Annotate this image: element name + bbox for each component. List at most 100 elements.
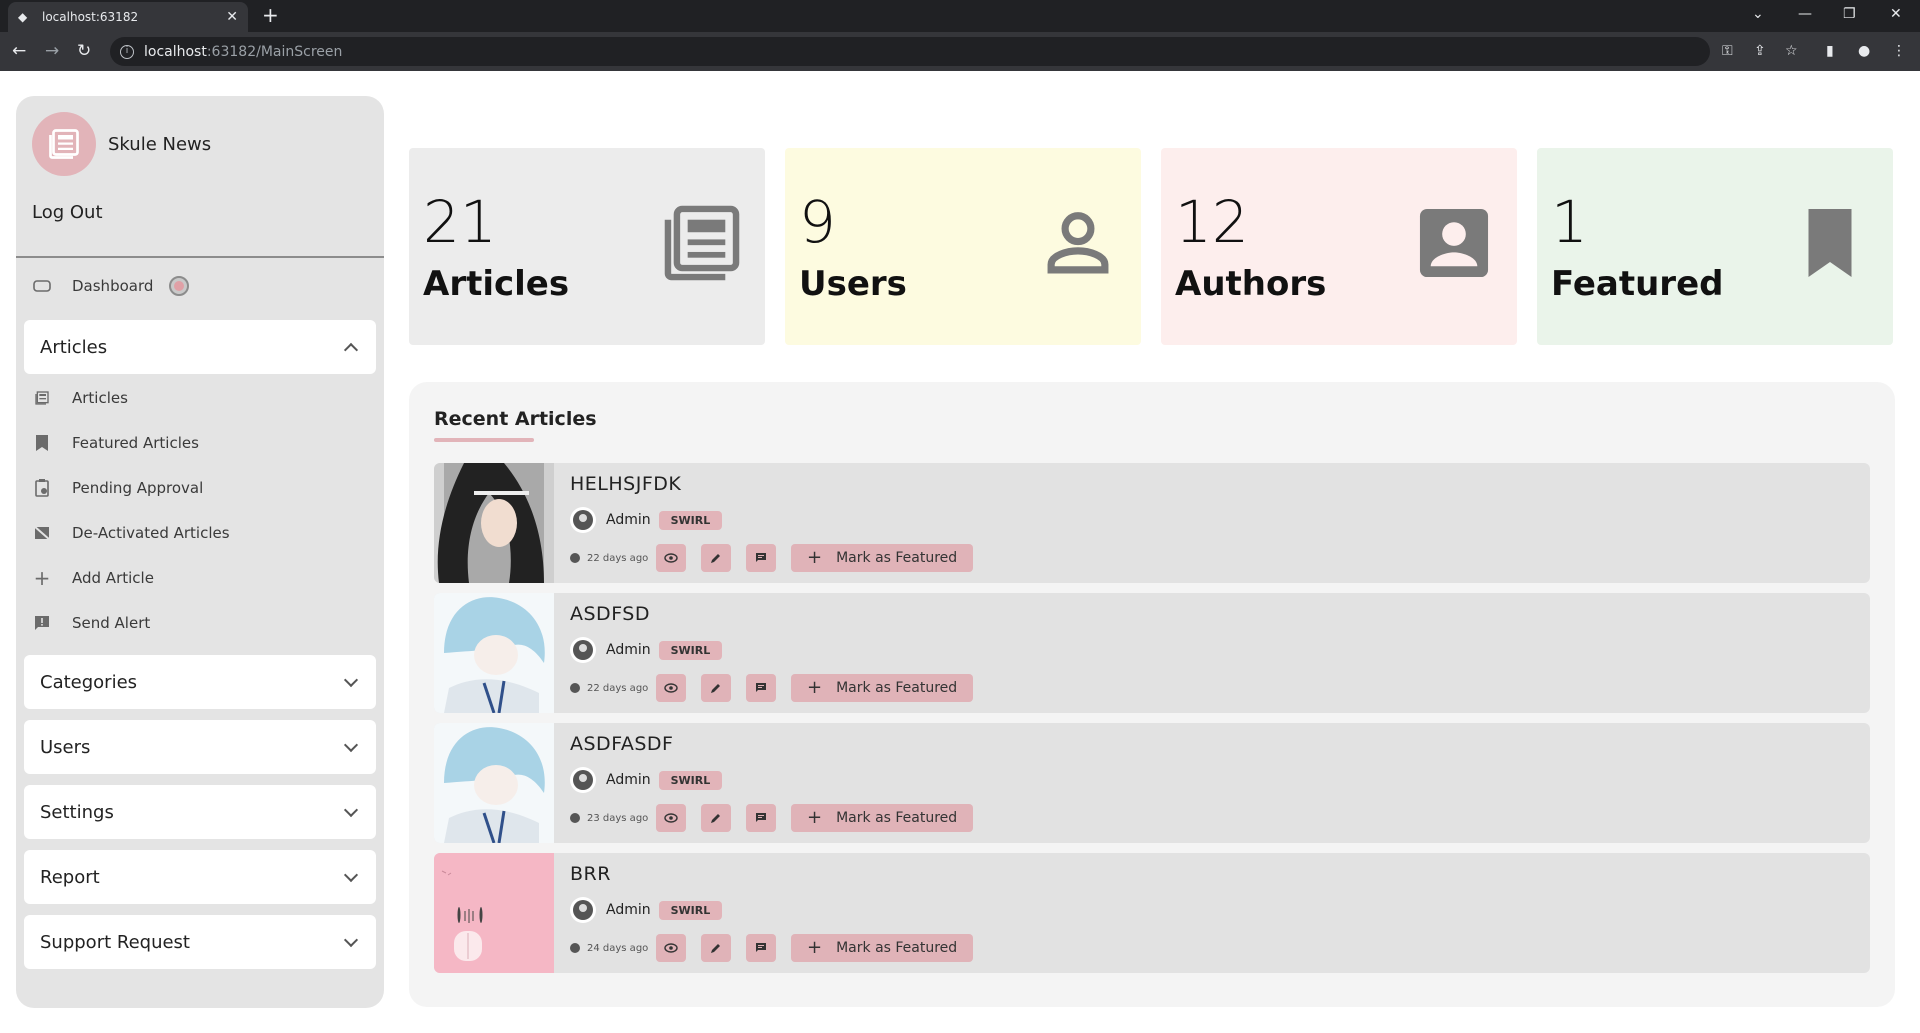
comment-icon (756, 943, 766, 952)
stat-card-authors[interactable]: 12 Authors (1161, 148, 1517, 345)
timestamp: 22 days ago (570, 553, 656, 564)
time-text: 23 days ago (587, 812, 649, 824)
comments-button[interactable] (746, 934, 776, 962)
comments-button[interactable] (746, 804, 776, 832)
stat-label: Articles (423, 264, 570, 304)
timestamp: 23 days ago (570, 813, 656, 824)
article-thumbnail[interactable] (434, 593, 554, 713)
side-panel-icon[interactable]: ▮ (1826, 43, 1834, 59)
article-card[interactable]: ASDFSD Admin SWIRL 22 days ago + Mark as … (434, 593, 1870, 713)
sidebar-item-label: Pending Approval (72, 479, 204, 497)
accordion-articles[interactable]: Articles (24, 320, 376, 374)
profile-icon[interactable]: ● (1858, 43, 1870, 59)
button-label: Mark as Featured (836, 940, 958, 956)
stat-value: 12 (1175, 188, 1249, 256)
menu-icon[interactable]: ⋮ (1892, 43, 1906, 59)
article-title[interactable]: ASDFASDF (570, 733, 674, 755)
logout-link[interactable]: Log Out (32, 202, 103, 223)
share-icon[interactable]: ⇪ (1754, 43, 1766, 59)
edit-button[interactable] (701, 934, 731, 962)
accordion-label: Users (40, 736, 91, 758)
close-tab-icon[interactable]: ✕ (226, 9, 238, 25)
author-name: Admin (606, 772, 651, 788)
sidebar-item-add-article[interactable]: + Add Article (32, 566, 154, 590)
edit-button[interactable] (701, 674, 731, 702)
minimize-icon[interactable]: — (1798, 6, 1812, 22)
article-card[interactable]: ASDFASDF Admin SWIRL 23 days ago + Mark a… (434, 723, 1870, 843)
view-button[interactable] (656, 934, 686, 962)
edit-button[interactable] (701, 804, 731, 832)
avatar (570, 637, 596, 663)
plus-icon: + (807, 807, 823, 828)
article-card[interactable]: HELHSJFDK Admin SWIRL 22 days ago + Mark … (434, 463, 1870, 583)
recent-articles-panel: Recent Articles HELHSJFDK Admin SWIRL 22… (409, 382, 1895, 1007)
divider (16, 256, 384, 258)
comments-button[interactable] (746, 674, 776, 702)
author-name: Admin (606, 902, 651, 918)
edit-button[interactable] (701, 544, 731, 572)
reload-icon[interactable]: ↻ (77, 41, 91, 61)
sidebar-item-featured-articles[interactable]: Featured Articles (32, 433, 199, 453)
time-text: 24 days ago (587, 942, 649, 954)
newspaper-icon (664, 205, 740, 281)
accordion-label: Report (40, 866, 100, 888)
article-title[interactable]: BRR (570, 863, 611, 885)
section-title: Recent Articles (434, 408, 597, 430)
mark-as-featured-button[interactable]: + Mark as Featured (791, 804, 974, 832)
accordion-settings[interactable]: Settings (24, 785, 376, 839)
article-title[interactable]: ASDFSD (570, 603, 650, 625)
star-icon[interactable]: ☆ (1785, 43, 1798, 59)
stat-card-users[interactable]: 9 Users (785, 148, 1141, 345)
mark-as-featured-button[interactable]: + Mark as Featured (791, 674, 974, 702)
stat-value: 21 (423, 188, 497, 256)
view-button[interactable] (656, 674, 686, 702)
restore-icon[interactable]: ❐ (1843, 6, 1856, 22)
new-tab-icon[interactable]: + (262, 5, 279, 25)
mark-as-featured-button[interactable]: + Mark as Featured (791, 544, 974, 572)
article-title[interactable]: HELHSJFDK (570, 473, 681, 495)
favicon-icon: ◆ (18, 10, 28, 24)
sidebar-item-label: Dashboard (72, 277, 154, 295)
comments-button[interactable] (746, 544, 776, 572)
comment-icon (756, 553, 766, 562)
view-button[interactable] (656, 544, 686, 572)
sidebar-item-dashboard[interactable]: Dashboard (32, 276, 190, 296)
author-row: Admin SWIRL (570, 507, 723, 533)
key-icon[interactable]: ⚿ (1722, 43, 1733, 59)
address-bar: ← → ↻ i localhost:63182/MainScreen ⚿ ⇪ ☆… (0, 32, 1920, 71)
sidebar-item-articles[interactable]: Articles (32, 388, 128, 408)
tab-search-icon[interactable]: ⌄ (1752, 6, 1764, 22)
eye-icon (664, 813, 678, 823)
clock-icon (570, 813, 580, 823)
sidebar-item-deactivated-articles[interactable]: De-Activated Articles (32, 523, 230, 543)
brand[interactable]: Skule News (32, 112, 211, 176)
comment-icon (756, 813, 766, 822)
stat-card-articles[interactable]: 21 Articles (409, 148, 765, 345)
browser-tab[interactable]: ◆ localhost:63182 ✕ (8, 2, 248, 32)
url-field[interactable]: i localhost:63182/MainScreen (110, 37, 1710, 66)
time-text: 22 days ago (587, 682, 649, 694)
stat-card-featured[interactable]: 1 Featured (1537, 148, 1893, 345)
chevron-down-icon (343, 802, 359, 817)
mark-as-featured-button[interactable]: + Mark as Featured (791, 934, 974, 962)
avatar (570, 507, 596, 533)
view-button[interactable] (656, 804, 686, 832)
article-card[interactable]: BRR Admin SWIRL 24 days ago + Mark as Fea… (434, 853, 1870, 973)
accordion-users[interactable]: Users (24, 720, 376, 774)
accordion-support-request[interactable]: Support Request (24, 915, 376, 969)
close-window-icon[interactable]: ✕ (1890, 6, 1902, 22)
category-badge: SWIRL (658, 770, 723, 790)
sidebar-item-send-alert[interactable]: Send Alert (32, 613, 150, 633)
back-icon[interactable]: ← (12, 41, 26, 61)
accordion-report[interactable]: Report (24, 850, 376, 904)
timestamp: 24 days ago (570, 943, 656, 954)
plus-icon: + (807, 677, 823, 698)
newspaper-icon (32, 388, 52, 408)
site-info-icon[interactable]: i (120, 44, 134, 59)
article-thumbnail[interactable] (434, 723, 554, 843)
forward-icon[interactable]: → (45, 41, 59, 61)
article-thumbnail[interactable] (434, 853, 554, 973)
accordion-categories[interactable]: Categories (24, 655, 376, 709)
sidebar-item-pending-approval[interactable]: Pending Approval (32, 478, 203, 498)
article-thumbnail[interactable] (434, 463, 554, 583)
